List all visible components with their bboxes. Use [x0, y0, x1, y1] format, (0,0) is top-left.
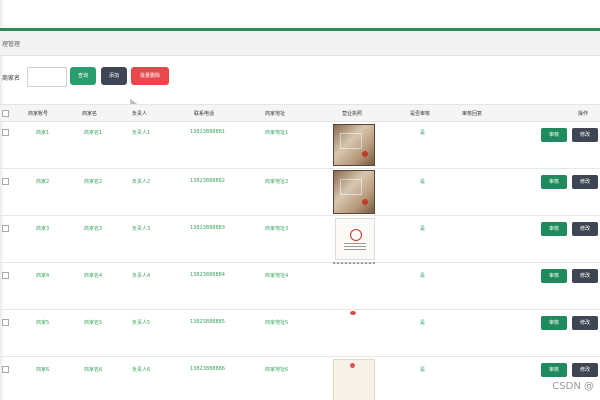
- edit-button[interactable]: 修改: [572, 128, 598, 142]
- edit-button[interactable]: 修改: [572, 269, 598, 283]
- select-all-checkbox[interactable]: [2, 110, 9, 117]
- cell-address: 商家地址5: [265, 320, 289, 326]
- column-header-license: 营业执照: [342, 111, 363, 117]
- search-button[interactable]: 查询: [70, 67, 96, 85]
- cell-account: 商家6: [36, 367, 50, 373]
- breadcrumb: 理管理: [2, 41, 21, 48]
- cell-owner: 负责人1: [132, 130, 151, 136]
- table-row: 商家6 商家名6 负责人6 13823888886 商家地址6 是 审核 修改: [0, 356, 600, 400]
- row-checkbox[interactable]: [2, 272, 9, 279]
- cell-audit: 是: [420, 226, 426, 232]
- audit-button[interactable]: 审核: [541, 269, 567, 283]
- audit-button[interactable]: 审核: [541, 175, 567, 189]
- search-input[interactable]: [27, 67, 67, 87]
- cell-address: 商家地址3: [265, 226, 289, 232]
- cell-owner: 负责人5: [132, 320, 151, 326]
- row-checkbox[interactable]: [2, 178, 9, 185]
- column-header-phone[interactable]: 联系电话: [194, 110, 214, 117]
- audit-button[interactable]: 审核: [541, 316, 567, 330]
- cell-audit: 是: [420, 273, 426, 279]
- cell-name: 商家名3: [84, 226, 103, 232]
- audit-button[interactable]: 审核: [541, 363, 567, 377]
- cell-account: 商家2: [36, 179, 50, 185]
- edit-button[interactable]: 修改: [572, 175, 598, 189]
- license-image[interactable]: [333, 262, 375, 264]
- cell-name: 商家名1: [84, 130, 103, 136]
- batch-delete-button[interactable]: 批量删除: [131, 67, 169, 85]
- column-header-reply: 审核回复: [462, 111, 483, 117]
- license-image[interactable]: [335, 218, 375, 260]
- cell-name: 商家名2: [84, 179, 103, 185]
- cell-owner: 负责人3: [132, 226, 151, 232]
- audit-button[interactable]: 审核: [541, 128, 567, 142]
- table-header: 商家账号 商家名 负责人 联系电话 商家地址 营业执照 是否审核 审核回复 操作: [0, 104, 600, 122]
- cell-audit: 是: [420, 320, 426, 326]
- cell-phone: 13823888882: [190, 178, 225, 184]
- column-header-name[interactable]: 商家名: [82, 110, 97, 117]
- edit-button[interactable]: 修改: [572, 363, 598, 377]
- cell-name: 商家名5: [84, 320, 103, 326]
- column-header-audit[interactable]: 是否审核: [410, 110, 430, 117]
- cell-audit: 是: [420, 179, 426, 185]
- cell-phone: 13823888883: [190, 225, 225, 231]
- cell-owner: 负责人4: [132, 273, 151, 279]
- audit-button[interactable]: 审核: [541, 222, 567, 236]
- cell-phone: 13823888881: [190, 129, 225, 135]
- cell-account: 商家5: [36, 320, 50, 326]
- table-row: 商家4 商家名4 负责人4 13823888884 商家地址4 是 审核 修改: [0, 262, 600, 310]
- row-checkbox[interactable]: [2, 225, 9, 232]
- table-row: 商家3 商家名3 负责人3 13823888883 商家地址3 是 审核 修改: [0, 215, 600, 263]
- cell-account: 商家3: [36, 226, 50, 232]
- cell-phone: 13823888884: [190, 272, 225, 278]
- row-checkbox[interactable]: [2, 319, 9, 326]
- table-row: 商家5 商家名5 负责人5 13823888885 商家地址5 是 审核 修改: [0, 309, 600, 357]
- cell-name: 商家名4: [84, 273, 103, 279]
- breadcrumb-bar: 理管理: [0, 31, 600, 56]
- column-header-owner[interactable]: 负责人: [132, 110, 147, 117]
- cell-account: 商家1: [36, 130, 50, 136]
- cell-owner: 负责人6: [132, 367, 151, 373]
- license-image[interactable]: [333, 359, 375, 400]
- cell-phone: 13823888885: [190, 319, 225, 325]
- cell-owner: 负责人2: [132, 179, 151, 185]
- column-header-address[interactable]: 商家地址: [265, 110, 285, 117]
- edit-button[interactable]: 修改: [572, 222, 598, 236]
- column-header-actions: 操作: [578, 111, 589, 117]
- license-image[interactable]: [333, 170, 375, 214]
- cell-phone: 13823888886: [190, 366, 225, 372]
- cell-name: 商家名6: [84, 367, 103, 373]
- cell-address: 商家地址2: [265, 179, 289, 185]
- edit-button[interactable]: 修改: [572, 316, 598, 330]
- cell-address: 商家地址4: [265, 273, 289, 279]
- row-checkbox[interactable]: [2, 366, 9, 373]
- cell-address: 商家地址6: [265, 367, 289, 373]
- column-header-account[interactable]: 商家账号: [28, 110, 48, 117]
- row-checkbox[interactable]: [2, 129, 9, 136]
- table-row: 商家1 商家名1 负责人1 13823888881 商家地址1 是 审核 修改: [0, 121, 600, 169]
- cell-audit: 是: [420, 130, 426, 136]
- cell-address: 商家地址1: [265, 130, 289, 136]
- cell-audit: 是: [420, 367, 426, 373]
- watermark: CSDN @: [552, 381, 594, 392]
- license-image[interactable]: [350, 311, 356, 315]
- admin-page: 理管理 商家名 查询 添加 批量删除 商家账号 商家名 负责人 联系电话 商家地…: [0, 0, 600, 400]
- license-image[interactable]: [333, 124, 375, 166]
- add-button[interactable]: 添加: [101, 67, 127, 85]
- table-row: 商家2 商家名2 负责人2 13823888882 商家地址2 是 审核 修改: [0, 168, 600, 216]
- search-label: 商家名: [2, 75, 21, 82]
- cell-account: 商家4: [36, 273, 50, 279]
